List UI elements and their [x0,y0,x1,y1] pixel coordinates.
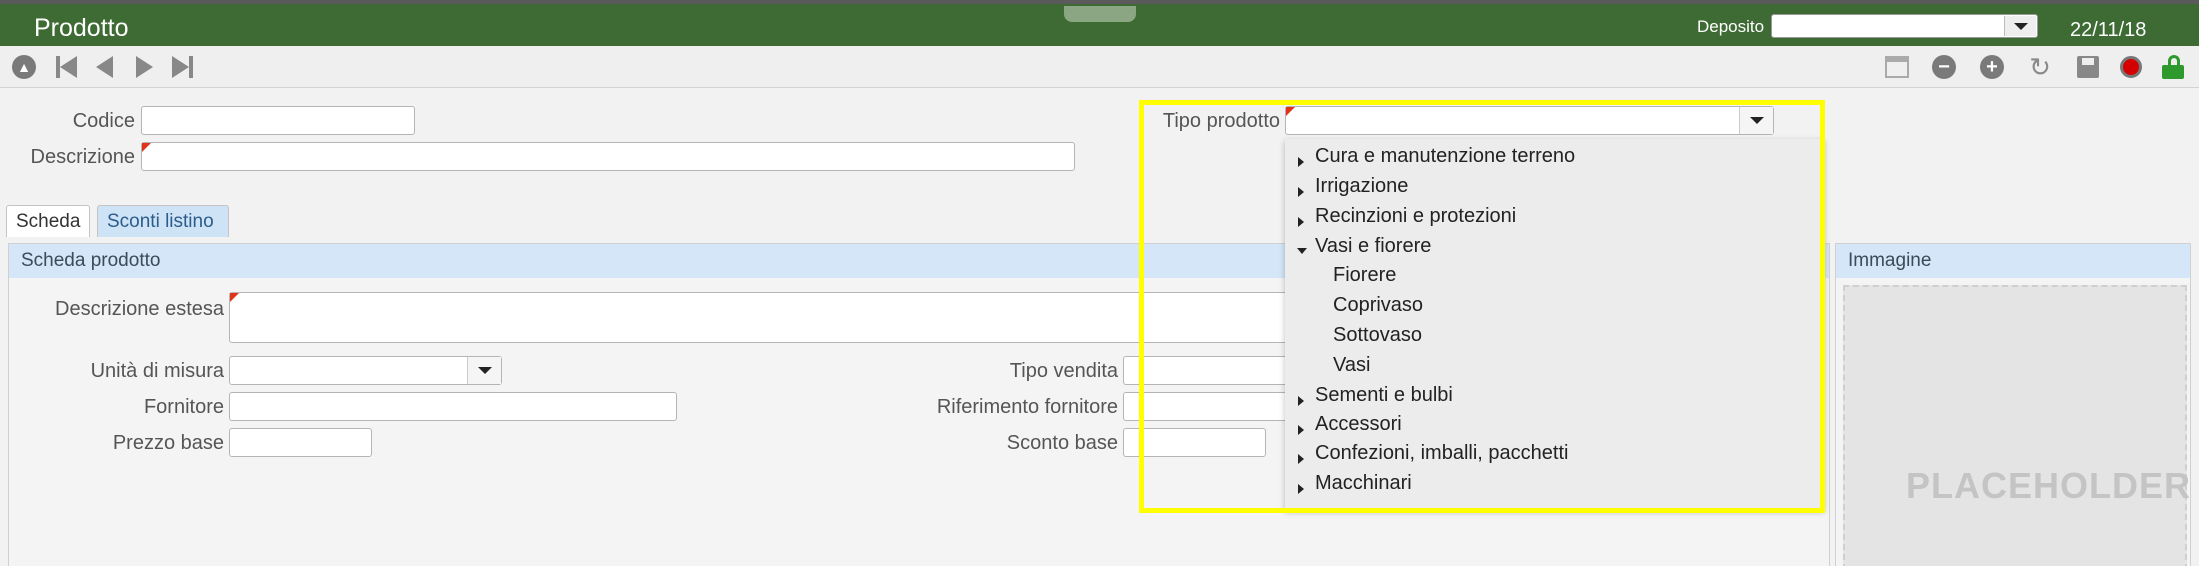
previous-record-button[interactable] [90,54,118,80]
expand-icon [1298,454,1304,464]
expand-icon [1298,157,1304,167]
sconto-base-input[interactable] [1123,428,1266,457]
expand-icon [1298,396,1304,406]
image-placeholder: PLACEHOLDER [1906,465,2192,506]
archive-button[interactable] [1883,54,1911,80]
first-record-button[interactable] [52,54,80,80]
toolbar: ▲ − + ↻ [0,46,2199,88]
tree-node-coprivaso[interactable]: Coprivaso [1333,294,1423,317]
tipo-vendita-label: Tipo vendita [1009,360,1118,382]
tipo-prodotto-tree: Cura e manutenzione terreno Irrigazione … [1285,139,1824,510]
collapse-icon [1297,248,1307,254]
refresh-icon: ↻ [2029,52,2051,82]
fornitore-input[interactable] [229,392,677,421]
prezzo-base-input[interactable] [229,428,372,457]
tree-node-fiorere[interactable]: Fiorere [1333,264,1396,287]
archive-icon [1885,56,1909,78]
codice-input[interactable] [141,106,415,135]
previous-record-icon [95,56,113,78]
unita-misura-label: Unità di misura [90,360,224,382]
deposito-dropdown-button[interactable] [2004,16,2036,36]
tipo-vendita-select[interactable] [1123,356,1293,385]
tree-node-sottovaso[interactable]: Sottovaso [1333,324,1422,347]
chevron-down-icon [2014,23,2028,30]
descrizione-estesa-textarea[interactable] [229,292,1289,343]
expand-icon [1298,484,1304,494]
tipo-prodotto-select[interactable] [1285,106,1774,135]
page-title: Prodotto [34,14,129,42]
descrizione-estesa-label: Descrizione estesa [55,298,224,320]
expand-icon [1298,217,1304,227]
home-icon: ▲ [12,55,36,79]
tab-scheda[interactable]: Scheda [6,205,90,237]
expand-icon [1298,187,1304,197]
current-date: 22/11/18 [2070,19,2147,41]
descrizione-input[interactable] [141,142,1075,171]
riferimento-fornitore-input[interactable] [1123,392,1293,421]
chevron-down-icon [1749,117,1764,124]
unita-misura-select[interactable] [229,356,502,385]
refresh-button[interactable]: ↻ [2026,54,2054,80]
next-record-button[interactable] [130,54,158,80]
tipo-prodotto-label: Tipo prodotto [1162,110,1280,132]
remove-button[interactable]: − [1930,54,1958,80]
record-button[interactable] [2117,54,2145,80]
immagine-panel-title: Immagine [1836,244,2190,278]
tab-sconti-listino[interactable]: Sconti listino [97,205,229,237]
chevron-down-icon [477,367,492,374]
expand-icon [1298,425,1304,435]
save-button[interactable] [2074,54,2102,80]
codice-label: Codice [72,110,135,132]
add-icon: + [1980,55,2004,79]
home-button[interactable]: ▲ [10,54,38,80]
unita-misura-dropdown-button[interactable] [467,357,501,384]
image-dropzone[interactable] [1843,285,2187,566]
last-record-icon [171,56,189,78]
drag-handle[interactable] [1064,6,1136,22]
app-header: Prodotto Deposito 22/11/18 [0,0,2199,46]
unlock-button[interactable] [2159,54,2187,80]
save-icon [2077,56,2099,78]
riferimento-fornitore-label: Riferimento fornitore [936,396,1118,418]
deposito-select[interactable] [1771,14,2038,38]
add-button[interactable]: + [1978,54,2006,80]
tree-node-vasi[interactable]: Vasi [1333,354,1370,377]
tipo-prodotto-dropdown-button[interactable] [1739,107,1773,134]
last-record-button[interactable] [168,54,196,80]
descrizione-label: Descrizione [30,146,135,168]
next-record-icon [135,56,153,78]
remove-icon: − [1932,55,1956,79]
fornitore-label: Fornitore [143,396,224,418]
prezzo-base-label: Prezzo base [112,432,224,454]
deposito-label: Deposito [1697,17,1765,36]
unlock-icon [2162,55,2184,79]
sconto-base-label: Sconto base [1006,432,1118,454]
record-icon [2120,56,2142,78]
